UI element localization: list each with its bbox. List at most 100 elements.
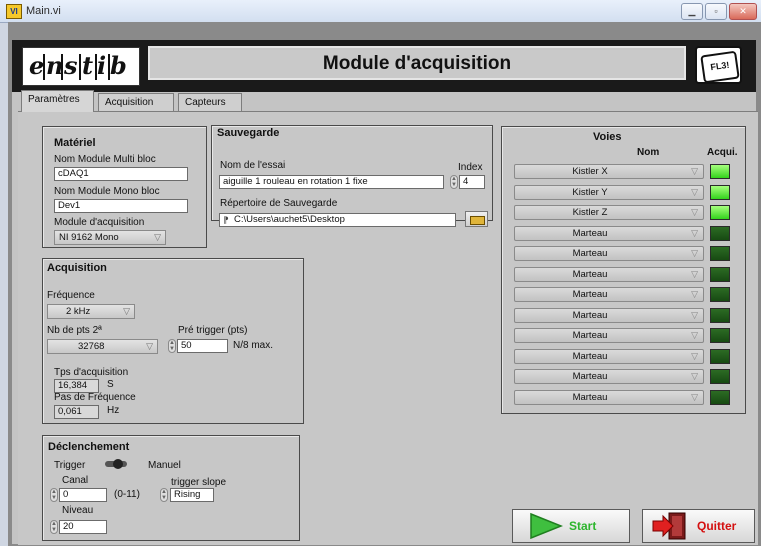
- chevron-down-icon: ▽: [691, 186, 698, 197]
- acqui-led-toggle[interactable]: [710, 389, 730, 405]
- essai-field[interactable]: aiguille 1 rouleau en rotation 1 fixe: [219, 175, 444, 189]
- tps-acquisition-value: 16,384: [54, 379, 99, 393]
- tab-acquisition[interactable]: Acquisition: [98, 93, 174, 112]
- col-nom-header: Nom: [637, 147, 660, 158]
- acqui-led-toggle[interactable]: [710, 287, 730, 302]
- frequence-select[interactable]: 2 kHz ▽: [47, 304, 135, 319]
- tab-parametres[interactable]: Paramètres: [21, 90, 94, 112]
- logo-letter: e: [29, 51, 45, 80]
- fl3-badge: FL3!: [695, 46, 742, 84]
- chevron-down-icon: ▽: [146, 341, 153, 351]
- canal-field[interactable]: 0: [59, 488, 107, 502]
- voie-name: Marteau: [572, 289, 608, 300]
- voie-name-select[interactable]: Marteau ▽: [514, 389, 704, 405]
- acqui-led-toggle[interactable]: [710, 348, 730, 364]
- toggle-knob: [113, 459, 123, 469]
- acqui-led-toggle[interactable]: [710, 307, 730, 323]
- voie-name-select[interactable]: Marteau ▽: [514, 328, 704, 343]
- folder-icon: [470, 216, 485, 225]
- voie-name-select[interactable]: Marteau ▽: [514, 287, 704, 302]
- trigger-label: Trigger: [54, 460, 86, 471]
- niveau-stepper[interactable]: ▲ ▼: [50, 520, 58, 534]
- voie-name: Kistler X: [572, 166, 608, 177]
- voie-row: Kistler X ▽: [510, 163, 739, 180]
- canal-stepper[interactable]: ▲ ▼: [50, 488, 58, 502]
- voie-name-select[interactable]: Marteau ▽: [514, 266, 704, 282]
- multi-module-field[interactable]: cDAQ1: [54, 167, 188, 181]
- fl3-badge-text: FL3!: [700, 50, 740, 84]
- logo-letter: t: [82, 51, 94, 80]
- voie-row: Marteau ▽: [510, 389, 739, 406]
- acqui-led-toggle[interactable]: [710, 184, 730, 200]
- voies-title: Voies: [593, 131, 622, 143]
- voie-name-select[interactable]: Marteau ▽: [514, 369, 704, 384]
- acqui-led-toggle[interactable]: [710, 246, 730, 261]
- pas-frequence-value: 0,061: [54, 405, 99, 419]
- canal-range: (0-11): [114, 489, 140, 500]
- repertoire-field[interactable]: ⁋ C:\Users\auchet5\Desktop: [219, 213, 456, 227]
- voie-name-select[interactable]: Marteau ▽: [514, 348, 704, 364]
- chevron-down-icon: ▽: [691, 268, 698, 279]
- logo-letter: i: [97, 51, 107, 80]
- module-acq-value: NI 9162 Mono: [59, 232, 119, 243]
- page-title: Module d'acquisition: [322, 53, 512, 74]
- acqui-led-toggle[interactable]: [710, 225, 730, 241]
- voie-name-select[interactable]: Marteau ▽: [514, 246, 704, 261]
- slope-stepper[interactable]: ▲ ▼: [160, 488, 168, 502]
- voie-name: Marteau: [572, 391, 608, 403]
- canal-label: Canal: [62, 475, 89, 486]
- minimize-button[interactable]: ▁: [681, 3, 703, 20]
- voie-name-select[interactable]: Kistler X ▽: [514, 164, 704, 179]
- module-acq-select[interactable]: NI 9162 Mono ▽: [54, 230, 166, 245]
- voie-name: Marteau: [572, 350, 608, 362]
- acqui-led-toggle[interactable]: [710, 164, 730, 179]
- chevron-down-icon: ▽: [691, 227, 698, 238]
- voie-row: Kistler Z ▽: [510, 204, 739, 221]
- trigger-toggle[interactable]: [103, 459, 129, 469]
- voie-row: Marteau ▽: [510, 266, 739, 283]
- play-arrow-icon: [530, 512, 563, 540]
- voie-name: Marteau: [572, 227, 608, 239]
- voie-name: Marteau: [572, 309, 608, 321]
- close-button[interactable]: ✕: [729, 3, 757, 20]
- title-box: Module d'acquisition: [148, 46, 686, 80]
- start-button[interactable]: Start: [512, 509, 630, 543]
- tab-capteurs[interactable]: Capteurs: [178, 93, 242, 112]
- nbpts-select[interactable]: 32768 ▽: [47, 339, 158, 354]
- browse-folder-button[interactable]: [465, 211, 488, 227]
- voie-row: Marteau ▽: [510, 327, 739, 344]
- essai-label: Nom de l'essai: [220, 160, 286, 171]
- chevron-down-icon: ▽: [123, 306, 130, 316]
- voie-name-select[interactable]: Kistler Y ▽: [514, 184, 704, 200]
- pretrigger-stepper[interactable]: ▲ ▼: [168, 339, 176, 353]
- multi-module-label: Nom Module Multi bloc: [54, 154, 156, 165]
- col-acqui-header: Acqui.: [707, 147, 738, 158]
- niveau-field[interactable]: 20: [59, 520, 107, 534]
- pas-frequence-label: Pas de Fréquence: [54, 392, 136, 403]
- pretrigger-field[interactable]: 50: [177, 339, 228, 353]
- voie-row: Kistler Y ▽: [510, 184, 739, 201]
- index-stepper[interactable]: ▲ ▼: [450, 175, 458, 189]
- mono-module-field[interactable]: Dev1: [54, 199, 188, 213]
- exit-door-icon: [652, 512, 686, 540]
- acqui-led-toggle[interactable]: [710, 369, 730, 384]
- voie-name-select[interactable]: Marteau ▽: [514, 225, 704, 241]
- frequence-label: Fréquence: [47, 290, 95, 301]
- voie-row: Marteau ▽: [510, 286, 739, 303]
- acqui-led-toggle[interactable]: [710, 328, 730, 343]
- voie-name-select[interactable]: Marteau ▽: [514, 307, 704, 323]
- module-acq-label: Module d'acquisition: [54, 217, 145, 228]
- acqui-led-toggle[interactable]: [710, 205, 730, 220]
- index-label: Index: [458, 162, 483, 173]
- window-title: Main.vi: [26, 5, 61, 17]
- acqui-led-toggle[interactable]: [710, 266, 730, 282]
- voie-name-select[interactable]: Kistler Z ▽: [514, 205, 704, 220]
- trigger-slope-field[interactable]: Rising: [170, 488, 214, 502]
- quit-button[interactable]: Quitter: [642, 509, 755, 543]
- voie-name: Marteau: [572, 268, 608, 280]
- tps-unit: S: [107, 379, 114, 390]
- index-field[interactable]: 4: [459, 175, 485, 189]
- chevron-down-icon: ▽: [691, 371, 698, 381]
- maximize-button[interactable]: ▫: [705, 3, 727, 20]
- chevron-down-icon: ▽: [691, 330, 698, 340]
